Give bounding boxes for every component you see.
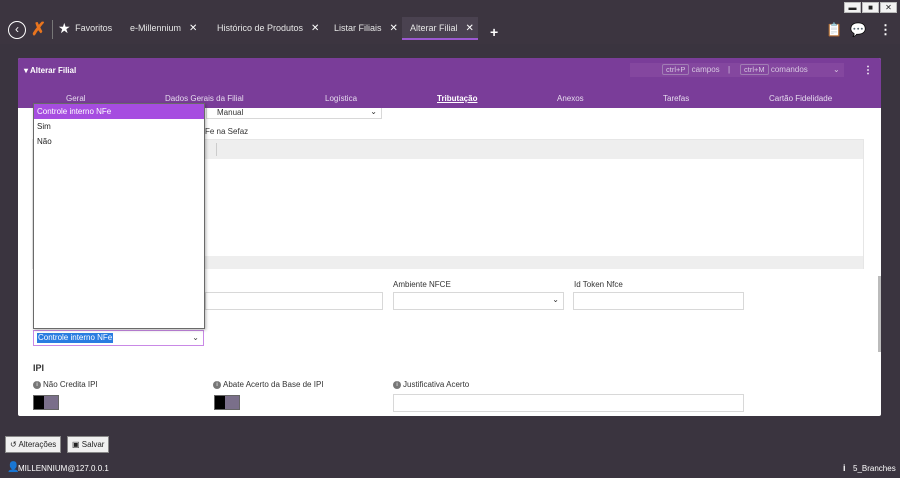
tab-historico-produtos[interactable]: Histórico de Produtos ✕ [217,17,319,40]
panel-header: ▾ Alterar Filial ctrl+P campos | ctrl+M … [18,58,881,108]
shortcut-label: comandos [770,65,808,74]
ambiente-nfce-select[interactable]: ⌄ [393,292,564,310]
maximize-button[interactable]: ■ [862,2,879,13]
abate-acerto-toggle[interactable] [214,395,240,410]
dropdown-option[interactable]: Sim [34,119,204,134]
tab-label: Alterar Filial [410,23,458,33]
justificativa-acerto-input[interactable] [393,394,744,412]
button-label: Salvar [81,440,105,449]
tab-tarefas[interactable]: Tarefas [663,94,689,103]
more-vertical-icon[interactable]: ⋮ [863,65,873,76]
label-text: Justificativa Acerto [403,380,470,389]
manual-value: Manual [217,108,244,117]
justificativa-acerto-label: i Justificativa Acerto [393,380,469,389]
favorites-label: Favoritos [75,23,113,33]
toggle-knob [215,396,225,409]
text-input[interactable] [205,292,383,310]
minimize-button[interactable]: ▬ [844,2,861,13]
id-token-nfce-label: Id Token Nfce [574,280,623,289]
star-icon: ★ [58,20,71,37]
tab-geral[interactable]: Geral [66,94,86,103]
id-token-nfce-input[interactable] [573,292,744,310]
info-icon: i [843,463,846,473]
tab-label: e-Millennium [130,23,182,33]
controle-nfe-select[interactable]: Controle interno NFe ⌄ [33,330,204,346]
chevron-down-icon: ⌄ [192,333,199,342]
tab-label: Histórico de Produtos [217,23,304,33]
tab-logistica[interactable]: Logística [325,94,357,103]
close-icon[interactable]: ✕ [189,23,197,34]
close-icon[interactable]: ✕ [311,23,319,34]
user-connection: MILLENNIUM@127.0.0.1 [18,464,109,473]
more-vertical-icon[interactable]: ⋮ [879,22,892,38]
alteracoes-button[interactable]: ↺ Alterações [5,436,62,453]
close-window-button[interactable]: ✕ [880,2,897,13]
save-icon: ▣ [72,440,80,449]
shortcut-comandos[interactable]: ctrl+M comandos [740,64,808,75]
save-button[interactable]: ▣ Salvar [67,436,110,453]
shortcut-campos[interactable]: ctrl+P campos [662,64,720,75]
manual-select[interactable]: Manual ⌄ [206,107,382,119]
select-value: Controle interno NFe [37,333,114,343]
nao-credita-ipi-label: i Não Credita IPI [33,380,98,389]
tab-listar-filiais[interactable]: Listar Filiais ✕ [334,17,398,40]
divider [52,20,53,39]
tab-alterar-filial[interactable]: Alterar Filial ✕ [402,17,478,40]
branch-label: 5_Branches [853,464,896,473]
tab-label: Listar Filiais [334,23,382,33]
abate-acerto-label: i Abate Acerto da Base de IPI [213,380,324,389]
shortcut-label: campos [691,65,720,74]
close-icon[interactable]: ✕ [466,23,474,34]
dropdown-list: Controle interno NFe Sim Não [33,103,205,329]
title-bar: ▬ ■ ✕ ‹ ✗ ★ Favoritos e-Millennium ✕ Hist… [0,0,900,44]
chevron-down-icon: ⌄ [370,107,377,116]
favorites-button[interactable]: ★ Favoritos [58,17,112,40]
tab-dados-gerais[interactable]: Dados Gerais da Filial [165,94,244,103]
dropdown-option[interactable]: Não [34,134,204,149]
info-icon: i [213,380,221,389]
back-icon[interactable]: ‹ [8,21,26,39]
column-divider [216,143,217,156]
toggle-knob [34,396,44,409]
ipi-section-title: IPI [33,363,45,373]
shortcut-key: ctrl+M [740,64,769,75]
shortcut-key: ctrl+P [662,64,690,75]
chat-icon[interactable]: 💬 [850,22,866,38]
chevron-down-icon: ⌄ [552,295,559,304]
ambiente-nfce-label: Ambiente NFCE [393,280,451,289]
status-bar: 👤 MILLENNIUM@127.0.0.1 i 5_Branches [0,458,900,478]
panel-title[interactable]: ▾ Alterar Filial [24,66,76,75]
button-label: Alterações [18,440,57,449]
tab-tributacao[interactable]: Tributação [437,94,477,103]
clipboard-icon[interactable]: 📋 [826,22,842,38]
close-icon[interactable]: ✕ [390,23,398,34]
tab-cartao-fidelidade[interactable]: Cartão Fidelidade [769,94,832,103]
add-tab-button[interactable]: + [490,24,498,40]
label-text: Não Credita IPI [43,380,98,389]
divider: | [728,65,731,74]
dropdown-option[interactable]: Controle interno NFe [34,104,204,119]
nfe-sefaz-label: Fe na Sefaz [205,127,249,136]
info-icon: i [33,380,41,389]
panel-title-text: Alterar Filial [29,66,77,75]
nao-credita-ipi-toggle[interactable] [33,395,59,410]
info-icon: i [393,380,401,389]
history-icon: ↺ [10,440,17,449]
chevron-down-icon[interactable]: ⌄ [833,65,840,74]
label-text: Abate Acerto da Base de IPI [223,380,324,389]
tab-e-millennium[interactable]: e-Millennium ✕ [130,17,197,40]
scrollbar[interactable] [878,276,881,352]
collapse-caret-icon: ▾ [24,66,29,75]
logo-icon: ✗ [31,19,47,39]
tab-anexos[interactable]: Anexos [557,94,584,103]
